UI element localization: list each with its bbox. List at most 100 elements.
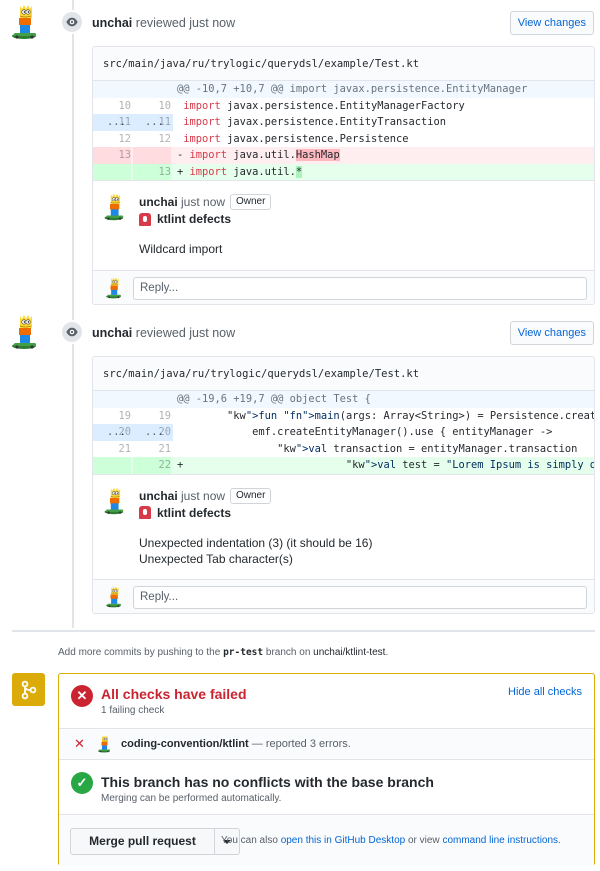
git-merge-icon xyxy=(12,673,45,706)
review-author[interactable]: unchai xyxy=(92,16,132,30)
line-number-old[interactable]: 20 xyxy=(93,424,131,441)
diff-hunk-header[interactable]: ...... @@ -19,6 +19,7 @@ object Test { xyxy=(93,391,594,441)
reply-row: Reply... xyxy=(93,270,594,304)
line-number-old[interactable]: 12 xyxy=(93,131,131,148)
owner-badge: Owner xyxy=(230,194,272,210)
comment-line: Unexpected indentation (3) (it should be… xyxy=(139,535,373,550)
line-number-old[interactable]: 21 xyxy=(93,441,131,458)
comment-body: Wildcard import xyxy=(139,241,222,257)
reply-input[interactable]: Reply... xyxy=(133,277,587,300)
view-changes-button[interactable]: View changes xyxy=(509,321,594,345)
hide-checks-link[interactable]: Hide all checks xyxy=(508,686,582,698)
comment-title-text: ktlint defects xyxy=(157,505,232,520)
timeline-divider xyxy=(12,630,595,632)
branch-name[interactable]: pr-test xyxy=(223,647,263,658)
checks-subtitle: 1 failing check xyxy=(101,705,165,716)
line-number-new[interactable]: 13 xyxy=(133,163,171,180)
line-number-old[interactable]: 10 xyxy=(93,98,131,115)
code-text: + import java.util.* xyxy=(177,165,303,178)
comment-header: unchai just now xyxy=(139,489,225,503)
line-number-new[interactable]: 12 xyxy=(133,131,171,148)
code-text: emf.createEntityManager().use { entityMa… xyxy=(177,426,553,438)
file-path[interactable]: src/main/java/ru/trylogic/querydsl/examp… xyxy=(93,357,594,391)
review-author[interactable]: unchai xyxy=(92,326,132,340)
hunk-text: @@ -10,7 +10,7 @@ import javax.persisten… xyxy=(177,83,528,95)
code-text: + "kw">val test = "Lorem Ipsum is simply… xyxy=(177,459,594,471)
diff-hunk-header[interactable]: ...... @@ -10,7 +10,7 @@ import javax.pe… xyxy=(93,81,594,131)
comment-line: Unexpected Tab character(s) xyxy=(139,551,293,566)
review-title: unchai reviewed just now xyxy=(92,326,235,340)
review-file: src/main/java/ru/trylogic/querydsl/examp… xyxy=(92,356,595,614)
line-number-new[interactable]: 22 xyxy=(133,457,171,474)
review-comment: unchai just now Owner ktlint defects Wil… xyxy=(93,180,594,271)
check-circle-icon: ✓ xyxy=(71,772,93,794)
code-text: "kw">val transaction = entityManager.tra… xyxy=(277,442,578,455)
diff-line[interactable]: 12 12 import javax.persistence.Persistenc… xyxy=(93,131,594,148)
reply-input[interactable]: Reply... xyxy=(133,586,587,609)
line-number-new[interactable]: 19 xyxy=(133,408,171,425)
diff-line[interactable]: 11 11 import javax.persistence.EntityTran… xyxy=(93,114,594,131)
line-number-old[interactable]: 11 xyxy=(93,114,131,131)
hunk-text: @@ -19,6 +19,7 @@ object Test { xyxy=(177,393,371,405)
check-name[interactable]: coding-convention/ktlint — reported 3 er… xyxy=(121,738,351,750)
diff-line-added[interactable]: 13 + import java.util.* xyxy=(93,163,594,180)
eye-icon xyxy=(60,320,84,344)
cli-instructions-link[interactable]: command line instructions xyxy=(442,835,558,846)
comment-author[interactable]: unchai xyxy=(139,195,178,209)
avatar[interactable] xyxy=(103,193,131,221)
code-text: import javax.persistence.Persistence xyxy=(183,132,409,145)
diff-line[interactable]: 10 10 import javax.persistence.EntityMana… xyxy=(93,98,594,115)
code-text: "kw">fun "fn">main(args: Array<String>) … xyxy=(227,409,595,422)
line-number-new[interactable]: 10 xyxy=(133,98,171,115)
open-desktop-link[interactable]: open this in GitHub Desktop xyxy=(281,835,406,846)
line-number-old[interactable] xyxy=(93,163,131,180)
avatar xyxy=(97,735,115,753)
line-number-new[interactable]: 20 xyxy=(133,424,171,441)
review-file: src/main/java/ru/trylogic/querydsl/examp… xyxy=(92,46,595,305)
diff-line-added[interactable]: 22 + "kw">val test = "Lorem Ipsum is simp… xyxy=(93,457,594,474)
comment-author[interactable]: unchai xyxy=(139,489,178,503)
code-text: import javax.persistence.EntityTransacti… xyxy=(183,116,447,128)
view-changes-button[interactable]: View changes xyxy=(509,11,594,35)
diff-line[interactable]: 21 21 "kw">val transaction = entityManage… xyxy=(93,441,594,458)
diff-line-deleted[interactable]: 13 - import java.util.HashMap xyxy=(93,147,594,164)
checks-title: All checks have failed xyxy=(101,686,247,702)
diff-line[interactable]: 19 19 "kw">fun "fn">main(args: Array<Stri… xyxy=(93,408,594,425)
file-path[interactable]: src/main/java/ru/trylogic/querydsl/examp… xyxy=(93,47,594,81)
comment-title-text: ktlint defects xyxy=(157,212,232,226)
line-number-old[interactable]: 13 xyxy=(93,147,131,164)
comment-title: ktlint defects xyxy=(139,212,231,226)
check-item: ✕ coding-convention/ktlint — reported 3 … xyxy=(59,728,594,760)
line-number-new[interactable] xyxy=(133,147,171,164)
comment-time[interactable]: just now xyxy=(181,195,225,209)
x-icon: ✕ xyxy=(74,736,85,751)
check-description: — reported 3 errors. xyxy=(248,738,351,750)
comment-header: unchai just now xyxy=(139,195,225,209)
avatar[interactable] xyxy=(10,314,46,350)
review-comment: unchai just now Owner ktlint defects Une… xyxy=(93,473,594,581)
code-text: - import java.util.HashMap xyxy=(177,149,340,161)
comment-time[interactable]: just now xyxy=(181,489,225,503)
alarm-icon xyxy=(139,212,151,226)
timeline-line xyxy=(72,0,74,628)
avatar[interactable] xyxy=(103,487,131,515)
avatar xyxy=(105,586,127,608)
review-title: unchai reviewed just now xyxy=(92,16,235,30)
conflicts-title: This branch has no conflicts with the ba… xyxy=(101,774,434,790)
line-number-new[interactable]: 21 xyxy=(133,441,171,458)
review-action: reviewed just now xyxy=(135,16,236,30)
line-number-old[interactable] xyxy=(93,457,131,474)
merge-help: You can also open this in GitHub Desktop… xyxy=(221,835,561,846)
merge-footer: Merge pull request You can also open thi… xyxy=(59,814,594,866)
line-number-old[interactable]: 19 xyxy=(93,408,131,425)
comment-title: ktlint defects xyxy=(139,506,231,520)
owner-badge: Owner xyxy=(230,487,272,504)
diff-line[interactable]: 20 20 emf.createEntityManager().use { ent… xyxy=(93,424,594,441)
avatar[interactable] xyxy=(10,4,46,40)
line-number-new[interactable]: 11 xyxy=(133,114,171,131)
push-note: Add more commits by pushing to the pr-te… xyxy=(58,647,389,658)
x-circle-icon: ✕ xyxy=(71,685,93,707)
reply-row: Reply... xyxy=(93,579,594,613)
repo-name[interactable]: unchai/ktlint-test xyxy=(313,647,385,658)
merge-button[interactable]: Merge pull request xyxy=(70,828,215,855)
